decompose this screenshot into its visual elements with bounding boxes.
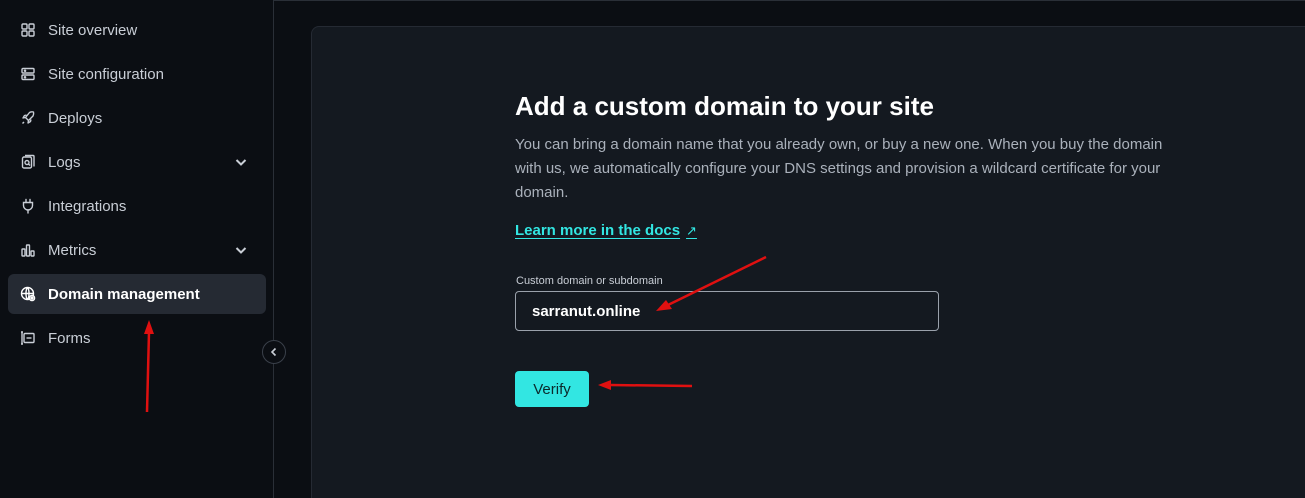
custom-domain-label: Custom domain or subdomain xyxy=(516,275,663,287)
learn-more-docs-link[interactable]: Learn more in the docs ↗ xyxy=(515,222,697,239)
sidebar-item-logs[interactable]: Logs xyxy=(8,142,266,182)
collapse-sidebar-button[interactable] xyxy=(262,340,286,364)
chevron-down-icon xyxy=(234,243,248,257)
form-icon xyxy=(20,330,36,346)
sidebar: Site overview Site configuration Deploys… xyxy=(0,0,274,498)
plug-icon xyxy=(20,198,36,214)
sidebar-item-label: Forms xyxy=(48,329,91,347)
sidebar-item-label: Deploys xyxy=(48,109,103,127)
rocket-icon xyxy=(20,110,36,126)
page-description: You can bring a domain name that you alr… xyxy=(515,136,1163,201)
sidebar-item-label: Logs xyxy=(48,153,81,171)
sidebar-item-deploys[interactable]: Deploys xyxy=(8,98,266,138)
verify-button[interactable]: Verify xyxy=(515,371,589,407)
custom-domain-input[interactable]: sarranut.online xyxy=(515,291,939,331)
globe-gear-icon xyxy=(20,286,36,302)
logs-icon xyxy=(20,154,36,170)
docs-link-label: Learn more in the docs xyxy=(515,222,681,239)
chevron-down-icon xyxy=(234,155,248,169)
sidebar-item-site-overview[interactable]: Site overview xyxy=(8,10,266,50)
external-link-icon: ↗ xyxy=(686,222,697,238)
sidebar-item-label: Metrics xyxy=(48,241,97,259)
server-icon xyxy=(20,66,36,82)
sidebar-item-domain-management[interactable]: Domain management xyxy=(8,274,266,314)
sidebar-item-label: Integrations xyxy=(48,197,127,215)
sidebar-item-label: Domain management xyxy=(48,285,200,303)
sidebar-item-site-configuration[interactable]: Site configuration xyxy=(8,54,266,94)
sidebar-item-label: Site configuration xyxy=(48,65,164,83)
sidebar-item-metrics[interactable]: Metrics xyxy=(8,230,266,270)
sidebar-item-forms[interactable]: Forms xyxy=(8,318,266,358)
sidebar-item-label: Site overview xyxy=(48,21,138,39)
sidebar-item-integrations[interactable]: Integrations xyxy=(8,186,266,226)
grid-icon xyxy=(20,22,36,38)
chart-icon xyxy=(20,242,36,258)
page-title: Add a custom domain to your site xyxy=(515,91,934,121)
chevron-left-icon xyxy=(269,347,279,357)
app-window: Site overview Site configuration Deploys… xyxy=(0,0,1305,498)
custom-domain-value: sarranut.online xyxy=(532,302,641,320)
